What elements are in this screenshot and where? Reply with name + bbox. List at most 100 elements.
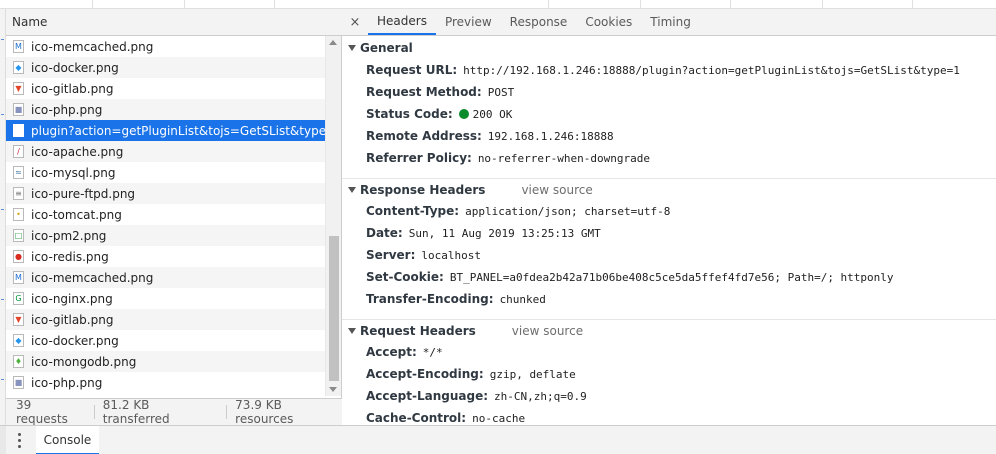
expand-triangle-icon bbox=[348, 186, 356, 193]
header-key: Server: bbox=[366, 248, 416, 262]
request-row[interactable]: Gico-nginx.png bbox=[6, 288, 325, 309]
header-key: Remote Address: bbox=[366, 129, 482, 143]
document-icon bbox=[13, 124, 24, 137]
request-name: ico-php.png bbox=[31, 375, 103, 390]
resources-size: 73.9 KB resources bbox=[235, 398, 294, 426]
more-options-icon[interactable] bbox=[17, 433, 21, 448]
request-row[interactable]: ◆ ico-docker.png bbox=[6, 330, 325, 351]
details-tab-bar: × Headers Preview Response Cookies Timin… bbox=[342, 9, 996, 36]
scroll-up-arrow-icon[interactable] bbox=[329, 40, 337, 45]
header-row: Status Code: 200 OK bbox=[342, 103, 996, 125]
request-name: ico-docker.png bbox=[31, 60, 119, 75]
header-value: 200 OK bbox=[472, 107, 513, 121]
header-value: no-referrer-when-downgrade bbox=[477, 151, 650, 165]
request-name: ico-memcached.png bbox=[31, 39, 154, 54]
header-row: Set-Cookie: BT_PANEL=a0fdea2b42a71b06be40… bbox=[342, 266, 996, 288]
header-value: Sun, 11 Aug 2019 13:25:13 GMT bbox=[408, 226, 601, 240]
request-row[interactable]: ▼ ico-gitlab.png bbox=[6, 78, 325, 99]
general-rows: Request URL: http://192.168.1.246:18888/p… bbox=[342, 59, 996, 169]
tomcat-icon: • bbox=[13, 208, 24, 221]
request-row[interactable]: / ico-apache.png bbox=[6, 141, 325, 162]
expand-triangle-icon bbox=[348, 327, 356, 334]
request-row[interactable]: ● ico-redis.png bbox=[6, 246, 325, 267]
request-row[interactable]: Mico-memcached.png bbox=[6, 36, 325, 57]
header-value: no-cache bbox=[472, 411, 526, 425]
request-list-scrollbar[interactable] bbox=[325, 36, 341, 396]
request-row[interactable]: ♦ ico-mongodb.png bbox=[6, 351, 325, 372]
header-key: Status Code: bbox=[366, 107, 453, 121]
php-icon: ■ bbox=[13, 376, 24, 389]
general-section-header[interactable]: General bbox=[342, 37, 996, 59]
request-name: ico-mysql.png bbox=[31, 165, 116, 180]
request-name: ico-pm2.png bbox=[31, 228, 107, 243]
header-key: Request Method: bbox=[366, 85, 482, 99]
header-key: Accept-Language: bbox=[366, 389, 489, 403]
header-row: Request URL: http://192.168.1.246:18888/p… bbox=[342, 59, 996, 81]
section-title: General bbox=[360, 41, 413, 55]
request-name: ico-gitlab.png bbox=[31, 312, 114, 327]
tab-response[interactable]: Response bbox=[501, 9, 577, 35]
request-header-rows: Accept: */* Accept-Encoding: gzip, deflate A… bbox=[342, 341, 996, 425]
header-row: Remote Address: 192.168.1.246:18888 bbox=[342, 125, 996, 147]
header-value: localhost bbox=[421, 248, 481, 262]
response-headers-section-header[interactable]: Response Headers view source bbox=[342, 178, 996, 200]
header-row: Request Method: POST bbox=[342, 81, 996, 103]
header-row: Accept-Language: zh-CN,zh;q=0.9 bbox=[342, 385, 996, 407]
header-key: Cache-Control: bbox=[366, 411, 467, 425]
tab-cookies[interactable]: Cookies bbox=[576, 9, 641, 35]
divider bbox=[226, 405, 228, 419]
request-headers-section-header[interactable]: Request Headers view source bbox=[342, 319, 996, 341]
header-key: Transfer-Encoding: bbox=[366, 292, 494, 306]
close-icon[interactable]: × bbox=[342, 9, 368, 35]
request-row[interactable]: □ ico-pm2.png bbox=[6, 225, 325, 246]
tab-timing[interactable]: Timing bbox=[641, 9, 700, 35]
scroll-down-arrow-icon[interactable] bbox=[329, 387, 337, 392]
header-value: gzip, deflate bbox=[489, 367, 576, 381]
top-strip bbox=[0, 0, 996, 9]
pure-ftpd-icon: ≡ bbox=[13, 187, 24, 200]
request-row[interactable]: ≡ ico-pure-ftpd.png bbox=[6, 183, 325, 204]
nginx-icon: G bbox=[13, 292, 24, 305]
request-name: ico-apache.png bbox=[31, 144, 124, 159]
header-key: Date: bbox=[366, 226, 403, 240]
request-details-panel: × Headers Preview Response Cookies Timin… bbox=[342, 9, 996, 425]
header-value: chunked bbox=[499, 292, 546, 306]
request-row[interactable]: • ico-tomcat.png bbox=[6, 204, 325, 225]
header-key: Accept: bbox=[366, 345, 417, 359]
name-column-header[interactable]: Name bbox=[6, 9, 342, 36]
request-name: ico-gitlab.png bbox=[31, 81, 114, 96]
header-row: Accept-Encoding: gzip, deflate bbox=[342, 363, 996, 385]
request-row[interactable]: ■ ico-php.png bbox=[6, 99, 325, 120]
docker-icon: ◆ bbox=[13, 61, 24, 74]
tab-console[interactable]: Console bbox=[36, 426, 99, 454]
request-row[interactable]: ≈ ico-mysql.png bbox=[6, 162, 325, 183]
request-name: ico-nginx.png bbox=[31, 291, 113, 306]
view-source-link[interactable]: view source bbox=[521, 183, 592, 197]
view-source-link[interactable]: view source bbox=[512, 324, 583, 338]
header-key: Accept-Encoding: bbox=[366, 367, 484, 381]
header-row: Server: localhost bbox=[342, 244, 996, 266]
request-list: Mico-memcached.png ◆ ico-docker.png ▼ ico-gi… bbox=[6, 36, 325, 396]
request-row[interactable]: ◆ ico-docker.png bbox=[6, 57, 325, 78]
request-row[interactable]: plugin?action=getPluginList&tojs=GetSLis… bbox=[6, 120, 325, 141]
scroll-thumb[interactable] bbox=[329, 236, 339, 381]
status-ok-icon bbox=[458, 109, 469, 119]
header-row: Referrer Policy: no-referrer-when-downgra… bbox=[342, 147, 996, 169]
request-list-panel: Name Mico-memcached.png ◆ ico-docker.png ▼ i… bbox=[6, 9, 342, 426]
request-name: ico-pure-ftpd.png bbox=[31, 186, 136, 201]
header-value: */* bbox=[422, 345, 443, 359]
header-row: Transfer-Encoding: chunked bbox=[342, 288, 996, 310]
request-row[interactable]: Mico-memcached.png bbox=[6, 267, 325, 288]
section-title: Request Headers bbox=[360, 323, 476, 338]
header-key: Referrer Policy: bbox=[366, 151, 472, 165]
tab-headers[interactable]: Headers bbox=[368, 9, 436, 35]
header-row: Date: Sun, 11 Aug 2019 13:25:13 GMT bbox=[342, 222, 996, 244]
request-count: 39 requests bbox=[16, 398, 68, 426]
header-value: zh-CN,zh;q=0.9 bbox=[494, 389, 587, 403]
request-name: ico-tomcat.png bbox=[31, 207, 122, 222]
header-key: Set-Cookie: bbox=[366, 270, 444, 284]
request-row[interactable]: ▼ ico-gitlab.png bbox=[6, 309, 325, 330]
request-row[interactable]: ■ ico-php.png bbox=[6, 372, 325, 393]
tab-preview[interactable]: Preview bbox=[436, 9, 501, 35]
mysql-icon: ≈ bbox=[13, 166, 24, 179]
